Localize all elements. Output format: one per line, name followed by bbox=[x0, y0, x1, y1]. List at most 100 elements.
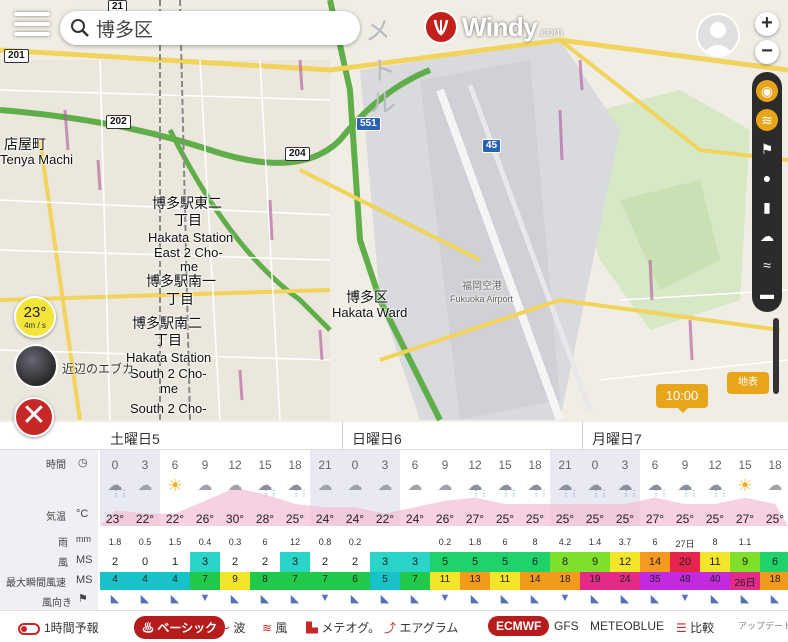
weather-icon: ☁ bbox=[347, 477, 363, 494]
layer-toolbar: ◉ ≋ ⚑ ● ▮ ☁ ≈ ▬ bbox=[752, 72, 782, 312]
wind-cell: 6 bbox=[771, 556, 779, 568]
temp-cell: 25° bbox=[285, 512, 305, 526]
wind-direction-icon: ◣ bbox=[470, 593, 480, 605]
label-higashi-jp2: 丁目 bbox=[174, 212, 202, 228]
label-tenyamachi-en: Tenya Machi bbox=[0, 152, 73, 167]
gust-cell: 8 bbox=[262, 574, 268, 585]
route-shield-45: 45 bbox=[482, 139, 502, 153]
close-forecast-button[interactable]: ✕ bbox=[14, 397, 54, 437]
search-query[interactable]: 博多区 bbox=[96, 15, 153, 42]
car-icon[interactable]: ▬ bbox=[756, 283, 778, 305]
wind-direction-icon: ◣ bbox=[410, 593, 420, 605]
wind-direction-icon: ◣ bbox=[290, 593, 300, 605]
row-label-rain-unit[interactable]: mm bbox=[76, 534, 91, 544]
wind-layer-icon[interactable]: ≋ bbox=[756, 109, 778, 131]
weather-icon: ☁ bbox=[197, 477, 213, 494]
wind-cell: 12 bbox=[618, 556, 632, 568]
hour-cell: 9 bbox=[201, 458, 209, 472]
zoom-in-button[interactable]: + bbox=[755, 12, 779, 36]
map-view[interactable]: メ ト ル 201 202 204 551 45 21 店屋町 Tenya Ma… bbox=[0, 0, 788, 422]
route-shield-204: 204 bbox=[285, 147, 310, 161]
terrain-button[interactable]: 地表 bbox=[727, 372, 769, 394]
model-ecmwf[interactable]: ECMWF bbox=[488, 616, 550, 636]
row-label-wind-unit[interactable]: MS bbox=[76, 554, 93, 566]
wind-icon: ≋ bbox=[262, 621, 273, 635]
hour-cell: 15 bbox=[738, 458, 752, 472]
row-label-rain: 雨 bbox=[58, 538, 68, 549]
label-minami2-en2: South 2 Cho- bbox=[130, 366, 207, 381]
label-minami2-jp2: 丁目 bbox=[154, 332, 182, 348]
forecast-bottom-bar: 1時間予報 ♨ ベーシック 〜 波 ≋ 風 ▙ メテオグ。 ⤴ エアグラム EC… bbox=[0, 610, 788, 642]
svg-text:ル: ル bbox=[370, 89, 396, 119]
day-header-row: 土曜日5 日曜日6 月曜日7 bbox=[0, 422, 788, 450]
compare-button[interactable]: ☰ 比較 bbox=[676, 619, 714, 636]
label-higashi-en2: East 2 Cho- bbox=[154, 245, 223, 260]
webcam-thumbnail[interactable] bbox=[14, 344, 58, 388]
tab-basic[interactable]: ♨ ベーシック bbox=[134, 616, 226, 639]
gust-flag-icon[interactable]: ⚑ bbox=[756, 138, 778, 160]
rain-cell: 6 bbox=[652, 537, 658, 547]
gust-cell: 40 bbox=[709, 574, 721, 585]
temp-cell: 23° bbox=[105, 512, 125, 526]
wind-cell: 5 bbox=[441, 556, 449, 568]
globe-icon[interactable]: ◉ bbox=[756, 80, 778, 102]
tab-meteogram[interactable]: ▙ メテオグ。 bbox=[306, 619, 380, 636]
flag-icon: ⚑ bbox=[78, 593, 88, 605]
wind-direction-icon: ▼ bbox=[679, 592, 691, 604]
temp-cell: 25° bbox=[765, 512, 785, 526]
layer-scrollbar[interactable] bbox=[773, 318, 779, 394]
wave-icon[interactable]: ≈ bbox=[756, 254, 778, 276]
rain-cell: 0.8 bbox=[318, 537, 332, 547]
hour-cell: 21 bbox=[558, 458, 572, 472]
wave-icon: 〜 bbox=[218, 621, 231, 635]
gust-cell: 26日 bbox=[734, 578, 756, 589]
menu-button[interactable] bbox=[14, 12, 50, 42]
cloud-icon[interactable]: ☁ bbox=[756, 225, 778, 247]
tab-wind[interactable]: ≋ 風 bbox=[262, 619, 287, 636]
wind-cell: 3 bbox=[291, 556, 299, 568]
weather-icon: ☁ ⋮⋮ bbox=[677, 477, 699, 498]
tab-airgram[interactable]: ⤴ エアグラム bbox=[384, 619, 458, 636]
search-box[interactable]: 博多区 bbox=[60, 11, 360, 45]
hour-cell: 18 bbox=[528, 458, 542, 472]
weather-icon: ☁ bbox=[137, 477, 153, 494]
model-meteoblue[interactable]: METEOBLUE bbox=[590, 619, 664, 633]
model-gfs[interactable]: GFS bbox=[554, 619, 579, 633]
windy-logo[interactable]: Windy .com bbox=[424, 10, 563, 44]
user-avatar[interactable] bbox=[696, 13, 740, 57]
rain-cell: 0.5 bbox=[138, 537, 152, 547]
weather-icon: ☁ bbox=[437, 477, 453, 494]
row-label-gust-unit[interactable]: MS bbox=[76, 574, 93, 586]
label-minami2-en4: South 2 Cho- bbox=[130, 401, 207, 416]
row-label-temp: 気温 bbox=[46, 512, 66, 523]
row-label-temp-unit[interactable]: °C bbox=[76, 508, 88, 520]
gust-cell: 4 bbox=[112, 574, 118, 585]
wind-direction-icon: ▼ bbox=[559, 592, 571, 604]
thermometer-icon[interactable]: ▮ bbox=[756, 196, 778, 218]
tab-wave[interactable]: 〜 波 bbox=[218, 619, 245, 636]
webcam-label[interactable]: 近辺のエブカ bbox=[62, 360, 134, 377]
location-pin[interactable]: 23° 4m / s bbox=[14, 296, 56, 338]
rain-cell: 12 bbox=[289, 537, 300, 547]
rain-drop-icon[interactable]: ● bbox=[756, 167, 778, 189]
zoom-out-button[interactable]: − bbox=[755, 40, 779, 64]
hourly-toggle[interactable]: 1時間予報 bbox=[18, 619, 99, 636]
row-label-wind: 風 bbox=[58, 558, 68, 569]
hour-cell: 6 bbox=[651, 458, 659, 472]
hour-cell: 0 bbox=[351, 458, 359, 472]
hour-cell: 6 bbox=[411, 458, 419, 472]
gust-cell: 13 bbox=[469, 574, 481, 585]
day-label-sun: 日曜日6 bbox=[352, 431, 402, 447]
timeline-time-bubble[interactable]: 10:00 bbox=[656, 384, 708, 413]
temp-cell: 26° bbox=[195, 512, 215, 526]
weather-icon: ☁ ⋮⋮ bbox=[287, 477, 309, 498]
wind-cell: 0 bbox=[141, 556, 149, 568]
day-label-mon: 月曜日7 bbox=[592, 431, 642, 447]
forecast-grid[interactable]: 0 3 6 9 12 15 18 21 0 3 6 9 12 15 18 21 0 3 6 9 12 15 18 ☁ ⋮⋮ ☁ ☀ ☁… bbox=[100, 450, 788, 610]
gust-cell: 11 bbox=[499, 574, 511, 585]
rain-cell: 0.2 bbox=[348, 537, 362, 547]
label-higashi-jp1: 博多駅東二 bbox=[152, 195, 222, 211]
temp-cell: 22° bbox=[165, 512, 185, 526]
airgram-icon: ⤴ bbox=[384, 621, 397, 635]
rain-cell: 1.4 bbox=[588, 537, 602, 547]
